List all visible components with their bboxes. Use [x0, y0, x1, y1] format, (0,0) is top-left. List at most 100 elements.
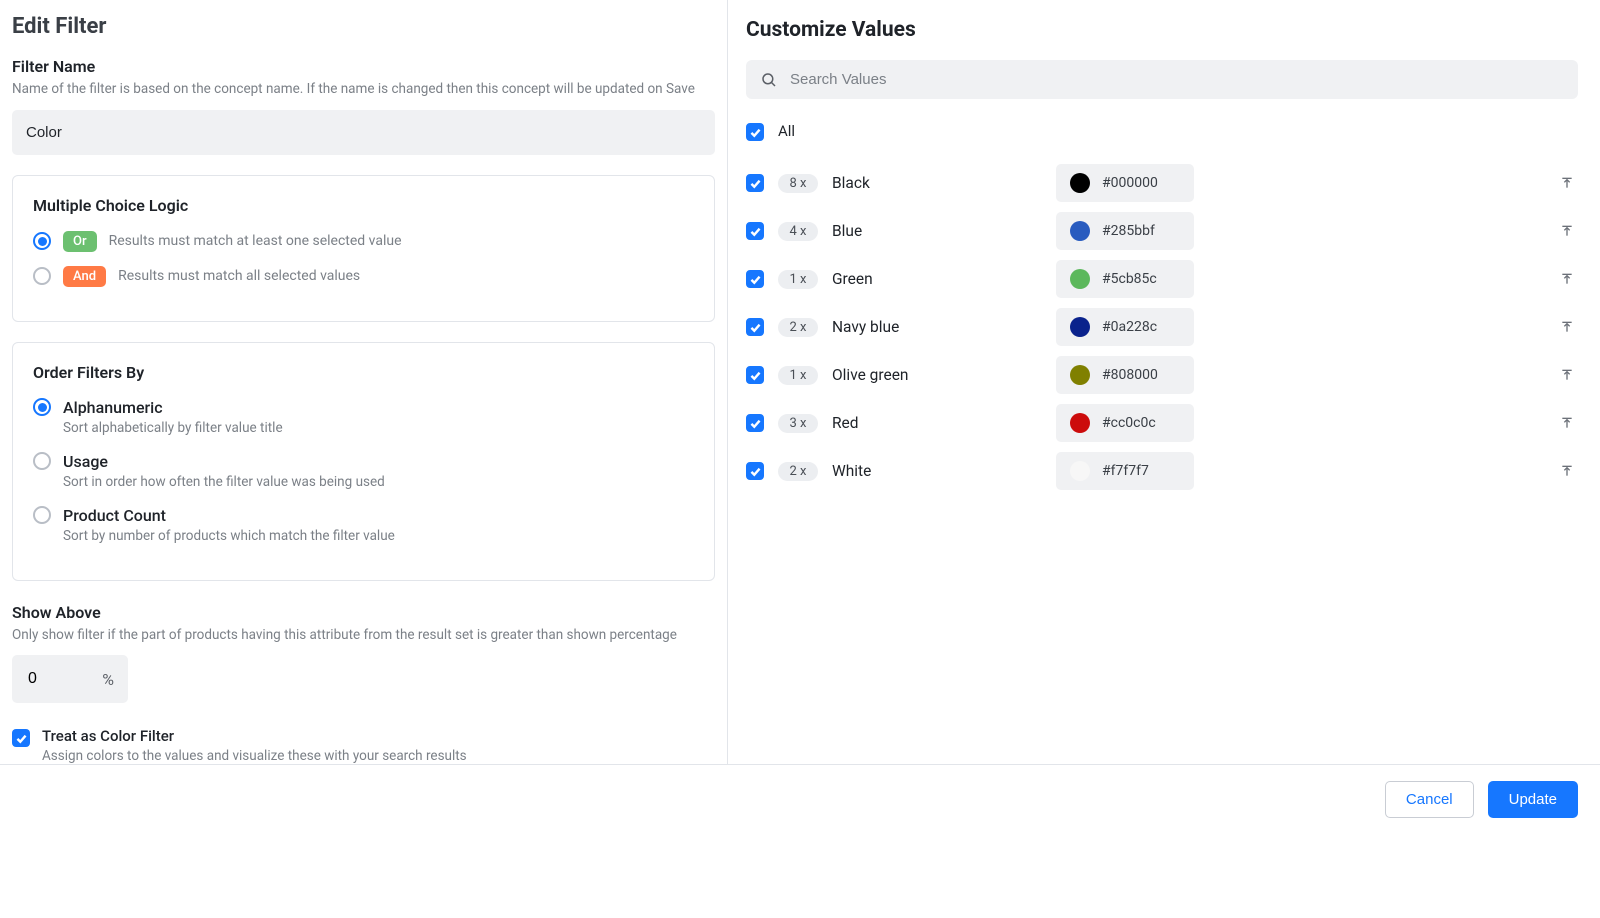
select-all-checkbox[interactable]	[746, 123, 764, 141]
swatch-dot	[1070, 413, 1090, 433]
treat-as-color-sub: Assign colors to the values and visualiz…	[42, 748, 467, 764]
order-title: Order Filters By	[33, 363, 694, 382]
value-row: 1 x Green #5cb85c	[746, 255, 1578, 303]
logic-option-and[interactable]: And Results must match all selected value…	[33, 266, 694, 287]
order-sub-prod: Sort by number of products which match t…	[63, 528, 694, 544]
page-title: Edit Filter	[12, 14, 715, 39]
hex-value: #5cb85c	[1102, 271, 1157, 287]
value-row: 2 x Navy blue #0a228c	[746, 303, 1578, 351]
color-swatch[interactable]: #808000	[1056, 356, 1194, 394]
treat-as-color-checkbox[interactable]	[12, 729, 30, 747]
value-count-badge: 2 x	[778, 462, 818, 481]
filter-name-label: Filter Name	[12, 57, 715, 76]
order-filters-card: Order Filters By Alphanumeric Sort alphab…	[12, 342, 715, 581]
treat-as-color-label: Treat as Color Filter	[42, 727, 467, 745]
logic-option-or[interactable]: Or Results must match at least one select…	[33, 231, 694, 252]
value-count-badge: 8 x	[778, 174, 818, 193]
logic-pill-and: And	[63, 266, 106, 287]
value-checkbox[interactable]	[746, 270, 764, 288]
color-swatch[interactable]: #cc0c0c	[1056, 404, 1194, 442]
swatch-dot	[1070, 221, 1090, 241]
search-icon	[760, 71, 778, 89]
value-row: 4 x Blue #285bbf	[746, 207, 1578, 255]
color-swatch[interactable]: #0a228c	[1056, 308, 1194, 346]
color-swatch[interactable]: #f7f7f7	[1056, 452, 1194, 490]
search-values-input[interactable]	[788, 70, 1564, 89]
value-row: 3 x Red #cc0c0c	[746, 399, 1578, 447]
value-name-label: Green	[832, 270, 1042, 288]
search-values-box[interactable]	[746, 60, 1578, 99]
customize-values-title: Customize Values	[746, 18, 1578, 42]
color-swatch[interactable]: #285bbf	[1056, 212, 1194, 250]
show-above-help: Only show filter if the part of products…	[12, 626, 715, 646]
hex-value: #f7f7f7	[1102, 463, 1149, 479]
hex-value: #cc0c0c	[1102, 415, 1156, 431]
show-above-label: Show Above	[12, 603, 715, 622]
move-to-top-icon[interactable]	[1556, 364, 1578, 386]
order-title-prod: Product Count	[63, 506, 166, 525]
order-option-alpha[interactable]: Alphanumeric Sort alphabetically by filte…	[33, 398, 694, 436]
value-count-badge: 3 x	[778, 414, 818, 433]
order-radio-usage[interactable]	[33, 452, 51, 470]
logic-radio-and[interactable]	[33, 267, 51, 285]
value-checkbox[interactable]	[746, 318, 764, 336]
logic-desc-and: Results must match all selected values	[118, 268, 360, 284]
value-count-badge: 2 x	[778, 318, 818, 337]
value-name-label: Red	[832, 414, 1042, 432]
hex-value: #808000	[1102, 367, 1158, 383]
value-checkbox[interactable]	[746, 462, 764, 480]
order-radio-prod[interactable]	[33, 506, 51, 524]
swatch-dot	[1070, 461, 1090, 481]
multiple-choice-logic-card: Multiple Choice Logic Or Results must mat…	[12, 175, 715, 322]
swatch-dot	[1070, 317, 1090, 337]
value-name-label: Olive green	[832, 366, 1042, 384]
color-swatch[interactable]: #5cb85c	[1056, 260, 1194, 298]
move-to-top-icon[interactable]	[1556, 268, 1578, 290]
move-to-top-icon[interactable]	[1556, 460, 1578, 482]
value-name-label: Blue	[832, 222, 1042, 240]
value-count-badge: 1 x	[778, 270, 818, 289]
filter-name-help: Name of the filter is based on the conce…	[12, 80, 715, 100]
order-option-prod[interactable]: Product Count Sort by number of products …	[33, 506, 694, 544]
value-count-badge: 1 x	[778, 366, 818, 385]
order-sub-usage: Sort in order how often the filter value…	[63, 474, 694, 490]
value-row: 1 x Olive green #808000	[746, 351, 1578, 399]
show-above-suffix: %	[102, 670, 114, 689]
hex-value: #000000	[1102, 175, 1158, 191]
color-swatch[interactable]: #000000	[1056, 164, 1194, 202]
value-row: 8 x Black #000000	[746, 159, 1578, 207]
move-to-top-icon[interactable]	[1556, 316, 1578, 338]
select-all-label: All	[778, 122, 795, 140]
value-name-label: Black	[832, 174, 1042, 192]
value-name-label: White	[832, 462, 1042, 480]
swatch-dot	[1070, 173, 1090, 193]
value-checkbox[interactable]	[746, 174, 764, 192]
update-button[interactable]: Update	[1488, 781, 1578, 818]
hex-value: #285bbf	[1102, 223, 1155, 239]
move-to-top-icon[interactable]	[1556, 220, 1578, 242]
swatch-dot	[1070, 269, 1090, 289]
value-row: 2 x White #f7f7f7	[746, 447, 1578, 495]
value-checkbox[interactable]	[746, 414, 764, 432]
show-above-value[interactable]	[26, 669, 66, 689]
show-above-input[interactable]: %	[12, 655, 128, 703]
logic-pill-or: Or	[63, 231, 97, 252]
order-option-usage[interactable]: Usage Sort in order how often the filter …	[33, 452, 694, 490]
value-count-badge: 4 x	[778, 222, 818, 241]
logic-radio-or[interactable]	[33, 232, 51, 250]
logic-title: Multiple Choice Logic	[33, 196, 694, 215]
order-sub-alpha: Sort alphabetically by filter value titl…	[63, 420, 694, 436]
value-checkbox[interactable]	[746, 366, 764, 384]
order-title-alpha: Alphanumeric	[63, 398, 163, 417]
cancel-button[interactable]: Cancel	[1385, 781, 1474, 818]
value-name-label: Navy blue	[832, 318, 1042, 336]
logic-desc-or: Results must match at least one selected…	[109, 233, 402, 249]
order-title-usage: Usage	[63, 452, 108, 471]
order-radio-alpha[interactable]	[33, 398, 51, 416]
value-checkbox[interactable]	[746, 222, 764, 240]
move-to-top-icon[interactable]	[1556, 412, 1578, 434]
filter-name-input[interactable]	[12, 110, 715, 155]
swatch-dot	[1070, 365, 1090, 385]
move-to-top-icon[interactable]	[1556, 172, 1578, 194]
hex-value: #0a228c	[1102, 319, 1157, 335]
